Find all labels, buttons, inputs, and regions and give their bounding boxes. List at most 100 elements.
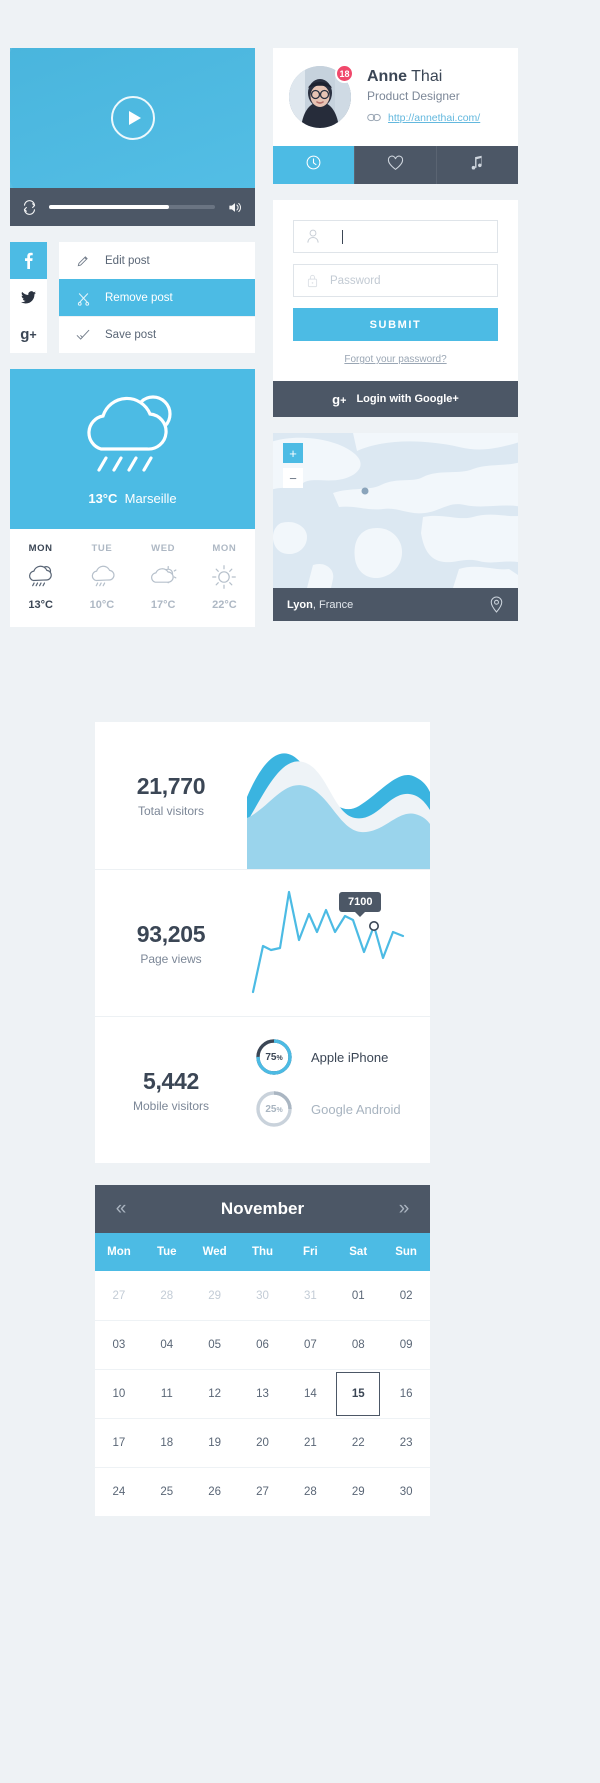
calendar-day[interactable]: 30	[239, 1271, 287, 1320]
forgot-password-link[interactable]: Forgot your password?	[293, 354, 498, 365]
calendar-day[interactable]: 31	[286, 1271, 334, 1320]
password-input[interactable]: Password	[330, 275, 381, 287]
tab-likes[interactable]	[354, 146, 436, 184]
map-zoom-out-button[interactable]: −	[283, 468, 303, 488]
menu-item-edit-post[interactable]: Edit post	[59, 242, 255, 279]
forecast-day-name: MON	[28, 543, 53, 554]
profile-role: Product Designer	[367, 88, 460, 103]
submit-button[interactable]: SUBMIT	[293, 308, 498, 341]
calendar-day[interactable]: 22	[334, 1419, 382, 1467]
username-field[interactable]	[293, 220, 498, 253]
calendar-day[interactable]: 12	[191, 1370, 239, 1418]
calendar-day[interactable]: 03	[95, 1321, 143, 1369]
forecast-day[interactable]: WED 17°C	[133, 529, 194, 627]
menu-item-label: Edit post	[105, 254, 150, 267]
calendar-day[interactable]: 25	[143, 1468, 191, 1516]
loop-icon[interactable]	[22, 199, 37, 215]
googleplus-share-button[interactable]: g +	[10, 316, 47, 353]
calendar-day-number: 29	[208, 1289, 222, 1302]
calendar-day[interactable]: 10	[95, 1370, 143, 1418]
calendar-day[interactable]: 30	[382, 1468, 430, 1516]
calendar-day-number: 27	[256, 1486, 269, 1498]
calendar-day-number: 30	[256, 1289, 269, 1302]
calendar-day[interactable]: 17	[95, 1419, 143, 1467]
calendar-day[interactable]: 27	[239, 1468, 287, 1516]
pencil-icon	[75, 254, 91, 268]
avatar-wrapper: 18	[289, 64, 354, 128]
calendar-day[interactable]: 02	[382, 1271, 430, 1320]
tab-music[interactable]	[436, 146, 518, 184]
forecast-day[interactable]: MON 22°C	[194, 529, 255, 627]
video-progress-slider[interactable]	[49, 205, 215, 209]
play-icon[interactable]	[110, 96, 155, 140]
calendar-day[interactable]: 27	[95, 1271, 143, 1320]
stat-label: Mobile visitors	[132, 1098, 210, 1113]
forecast-temp: 17°C	[150, 599, 176, 611]
calendar-day[interactable]: 23	[382, 1419, 430, 1467]
calendar-day[interactable]: 26	[191, 1468, 239, 1516]
donut-chart-android: 25%	[255, 1090, 293, 1128]
calendar-prev-button[interactable]: «	[95, 1198, 147, 1220]
donut-label: Google Android	[311, 1101, 401, 1117]
calendar-day-number: 18	[160, 1437, 174, 1449]
forecast-day[interactable]: MON 13°C	[10, 529, 71, 627]
calendar-day[interactable]: 07	[286, 1321, 334, 1369]
facebook-share-button[interactable]	[10, 242, 47, 279]
twitter-share-button[interactable]	[10, 279, 47, 316]
calendar-day-number: 03	[112, 1339, 126, 1351]
profile-tabs	[273, 146, 518, 184]
weather-forecast: MON 13°C TUE 10°C WED 17°C MON 22°C	[10, 529, 255, 627]
calendar-day-number: 22	[351, 1437, 365, 1449]
calendar-day[interactable]: 05	[191, 1321, 239, 1369]
profile-website-link[interactable]: http://annethai.com/	[388, 112, 480, 124]
calendar-day[interactable]: 21	[286, 1419, 334, 1467]
calendar-body: 27 28 29 30 31 01 02 03 04 05 06 07 08 09 10 11 12 13 14 15…	[95, 1271, 430, 1516]
calendar-day[interactable]: 11	[143, 1370, 191, 1418]
stat-value: 5,442	[142, 1067, 200, 1094]
calendar-day[interactable]: 18	[143, 1419, 191, 1467]
calendar-day[interactable]: 08	[334, 1321, 382, 1369]
calendar-day-number: 01	[351, 1289, 365, 1302]
calendar-day[interactable]: 04	[143, 1321, 191, 1369]
calendar-day-selected[interactable]: 15	[334, 1370, 382, 1418]
calendar-day[interactable]: 19	[191, 1419, 239, 1467]
calendar-day-number: 25	[160, 1486, 174, 1498]
password-field[interactable]: Password	[293, 264, 498, 297]
weather-current-label: 13°C Marseille	[88, 491, 176, 506]
forecast-day[interactable]: TUE 10°C	[71, 529, 132, 627]
calendar-day[interactable]: 01	[334, 1271, 382, 1320]
profile-header: 18 Anne Thai Product Designer http://ann…	[273, 48, 518, 146]
calendar-day[interactable]: 16	[382, 1370, 430, 1418]
menu-item-save-post[interactable]: Save post	[59, 316, 255, 353]
tab-history[interactable]	[273, 146, 354, 184]
volume-icon[interactable]	[227, 200, 243, 215]
profile-first-name: Anne	[367, 67, 407, 85]
calendar-day[interactable]: 13	[239, 1370, 287, 1418]
calendar-day[interactable]: 29	[334, 1468, 382, 1516]
map-zoom-in-button[interactable]: +	[283, 443, 303, 463]
weekday-wed: Wed	[202, 1246, 227, 1258]
stat-label: Total visitors	[137, 804, 205, 818]
login-with-google-button[interactable]: g+ Login with Google+	[273, 381, 518, 417]
map-pin-icon[interactable]	[489, 596, 504, 613]
calendar-day-number: 04	[160, 1339, 174, 1351]
calendar-day[interactable]: 06	[239, 1321, 287, 1369]
video-stage[interactable]	[10, 48, 255, 188]
calendar-day[interactable]: 24	[95, 1468, 143, 1516]
weekday-thu: Thu	[251, 1246, 274, 1258]
calendar-day[interactable]: 28	[286, 1468, 334, 1516]
calendar-day[interactable]: 20	[239, 1419, 287, 1467]
video-player-card	[10, 48, 255, 226]
calendar-day[interactable]: 28	[143, 1271, 191, 1320]
calendar-day[interactable]: 29	[191, 1271, 239, 1320]
heart-icon	[387, 155, 404, 176]
profile-name: Anne Thai	[367, 68, 480, 86]
chart-tooltip: 7100	[339, 892, 382, 917]
menu-item-remove-post[interactable]: Remove post	[59, 279, 255, 316]
map-canvas[interactable]: + −	[273, 433, 518, 588]
calendar-day[interactable]: 14	[286, 1370, 334, 1418]
donut-row-iphone: 75% Apple iPhone	[255, 1038, 430, 1076]
calendar-day[interactable]: 09	[382, 1321, 430, 1369]
donut-label: Apple iPhone	[311, 1049, 389, 1065]
calendar-next-button[interactable]: »	[378, 1198, 430, 1220]
